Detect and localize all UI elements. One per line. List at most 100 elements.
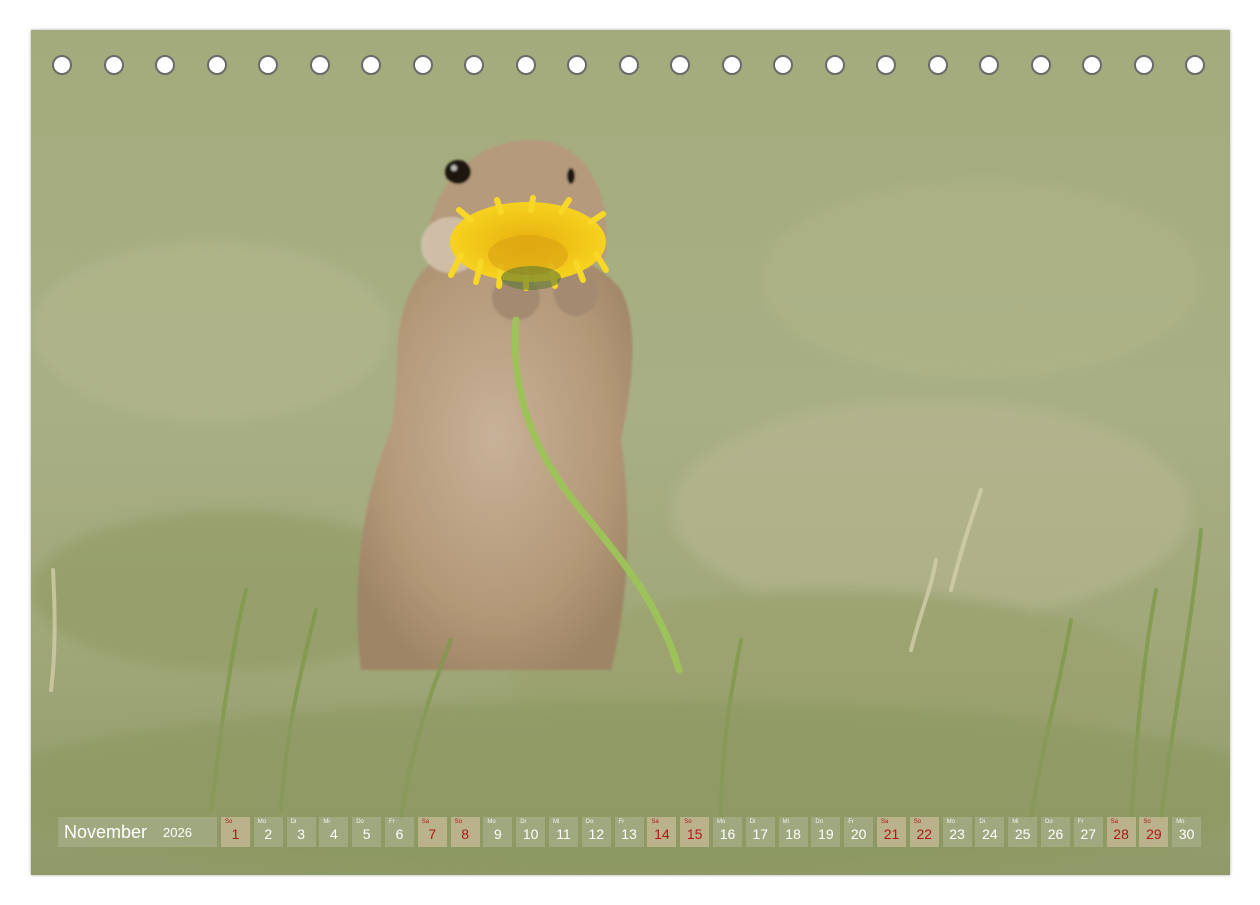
day-number: 19 bbox=[818, 826, 834, 842]
day-number: 30 bbox=[1178, 826, 1195, 842]
day-cell: Sa 14 bbox=[647, 817, 677, 847]
day-cell: Do 12 bbox=[581, 817, 611, 847]
weekday-label: Mi bbox=[1012, 819, 1019, 825]
day-cell: Di 10 bbox=[516, 817, 546, 847]
binding-hole bbox=[52, 55, 72, 75]
day-cell: Sa 21 bbox=[877, 817, 906, 847]
weekday-label: Di bbox=[290, 819, 297, 825]
weekday-label: Mi bbox=[323, 819, 330, 825]
day-number: 17 bbox=[752, 826, 769, 842]
day-number: 9 bbox=[493, 826, 502, 842]
binding-hole bbox=[773, 55, 793, 75]
day-cell: Mo 30 bbox=[1172, 817, 1202, 847]
day-number: 14 bbox=[654, 826, 670, 842]
binding-hole bbox=[1030, 55, 1051, 75]
day-cell: So 15 bbox=[680, 817, 710, 847]
day-cell: Di 17 bbox=[745, 817, 775, 847]
day-number: 25 bbox=[1014, 826, 1031, 842]
weekday-label: Di bbox=[749, 819, 756, 825]
weekday-label: Mo bbox=[487, 819, 496, 825]
day-cell: Mi 18 bbox=[778, 817, 808, 847]
weekday-label: Do bbox=[356, 819, 364, 825]
binding-hole bbox=[1133, 55, 1154, 75]
day-number: 20 bbox=[850, 826, 867, 842]
weekday-label: Do bbox=[585, 819, 594, 825]
binding-hole bbox=[515, 55, 536, 75]
day-number: 8 bbox=[461, 826, 469, 842]
weekday-label: So bbox=[225, 819, 233, 825]
weekday-label: So bbox=[454, 819, 462, 825]
day-cell: Mo 2 bbox=[253, 817, 283, 847]
day-number: 12 bbox=[588, 826, 605, 842]
day-number: 23 bbox=[949, 826, 965, 842]
binding-hole bbox=[979, 55, 999, 75]
binding-hole bbox=[670, 55, 690, 75]
binding-hole bbox=[412, 55, 433, 75]
day-cell: Mi 25 bbox=[1008, 817, 1038, 847]
day-cell: Fr 20 bbox=[844, 817, 874, 847]
day-cell: Mo 23 bbox=[942, 817, 972, 847]
day-number: 24 bbox=[982, 826, 998, 842]
day-number: 3 bbox=[297, 826, 305, 842]
day-cell: So 22 bbox=[909, 817, 939, 847]
day-cell: Fr 27 bbox=[1073, 817, 1103, 847]
weekday-label: Fr bbox=[848, 819, 854, 825]
day-number: 4 bbox=[329, 826, 338, 842]
weekday-label: Sa bbox=[881, 819, 889, 825]
day-cell: Mo 16 bbox=[713, 817, 742, 847]
weekday-label: Do bbox=[815, 819, 824, 825]
day-cell: Sa 7 bbox=[417, 817, 447, 847]
day-cell: Do 5 bbox=[352, 817, 382, 847]
weekday-label: Sa bbox=[421, 819, 430, 825]
weekday-label: Mo bbox=[257, 819, 267, 825]
binding-hole bbox=[361, 55, 381, 75]
day-number: 1 bbox=[231, 826, 240, 842]
day-number: 26 bbox=[1047, 826, 1064, 842]
day-cell: Di 24 bbox=[975, 817, 1005, 847]
day-cell: Di 3 bbox=[286, 817, 316, 847]
weekday-label: Mo bbox=[1176, 819, 1185, 825]
calendar-bar: November 2026 So 1 Mo 2 Di 3 Mi 4 Do 5 Fr 6 Sa 7 So 8 Mo… bbox=[58, 817, 1203, 847]
weekday-label: Do bbox=[1045, 819, 1053, 825]
binding-hole bbox=[618, 55, 639, 75]
day-number: 7 bbox=[428, 826, 437, 842]
day-cell: Fr 13 bbox=[614, 817, 644, 847]
day-cell: So 8 bbox=[450, 817, 480, 847]
weekday-label: Fr bbox=[1077, 819, 1084, 825]
binding-hole bbox=[258, 55, 278, 75]
weekday-label: Sa bbox=[1110, 819, 1118, 825]
day-number: 22 bbox=[916, 826, 933, 842]
binding-hole bbox=[155, 55, 175, 75]
day-number: 6 bbox=[395, 826, 404, 842]
day-cell: Sa 28 bbox=[1106, 817, 1136, 847]
day-number: 5 bbox=[362, 826, 371, 842]
weekday-label: So bbox=[913, 819, 922, 825]
day-cell: Do 19 bbox=[811, 817, 841, 847]
month-year: 2026 bbox=[163, 825, 192, 840]
day-cell: Mi 11 bbox=[549, 817, 578, 847]
binding-hole bbox=[876, 55, 896, 75]
day-number: 2 bbox=[264, 826, 273, 842]
binding-hole bbox=[1185, 55, 1205, 75]
weekday-label: Di bbox=[979, 819, 986, 825]
day-cell: Mi 4 bbox=[319, 817, 349, 847]
binding-hole bbox=[824, 55, 845, 75]
day-number: 16 bbox=[719, 826, 736, 842]
weekday-label: Fr bbox=[618, 819, 625, 825]
weekday-label: Mi bbox=[782, 819, 789, 825]
binding-hole bbox=[206, 55, 227, 75]
binding-hole bbox=[309, 55, 330, 75]
day-number: 28 bbox=[1113, 826, 1129, 842]
day-cell: Fr 6 bbox=[385, 817, 414, 847]
calendar-page: November 2026 So 1 Mo 2 Di 3 Mi 4 Do 5 Fr 6 Sa 7 So 8 Mo… bbox=[31, 30, 1230, 875]
day-number: 29 bbox=[1146, 826, 1162, 842]
weekday-label: Mo bbox=[717, 819, 726, 825]
month-name: November bbox=[64, 822, 148, 842]
day-cell: So 1 bbox=[221, 817, 250, 847]
day-number: 13 bbox=[621, 826, 637, 842]
weekday-label: So bbox=[684, 819, 692, 825]
weekday-label: So bbox=[1143, 819, 1151, 825]
month-label: November 2026 bbox=[58, 817, 217, 847]
binding-hole bbox=[103, 55, 124, 75]
weekday-label: Fr bbox=[389, 819, 395, 825]
